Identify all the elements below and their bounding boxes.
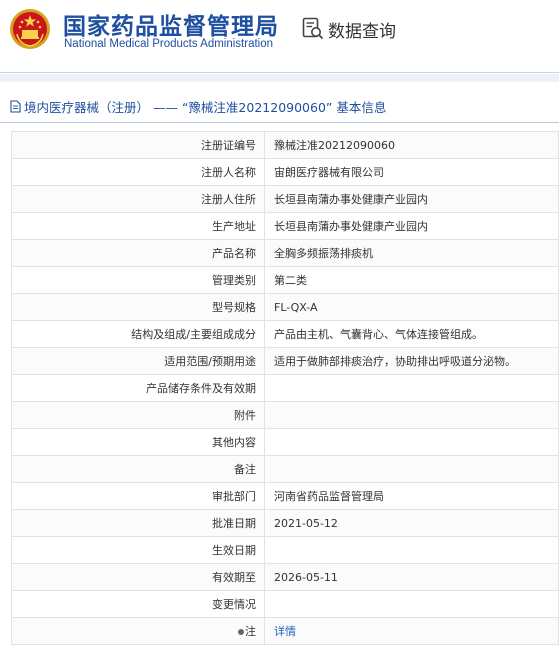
table-row: 注册人住所 长垣县南蒲办事处健康产业园内 <box>11 185 559 213</box>
table-row: 附件 <box>11 401 559 429</box>
section-title-text: 境内医疗器械（注册） —— “豫械注准20212090060” 基本信息 <box>24 99 387 115</box>
field-value: 全胸多频振荡排痰机 <box>264 239 559 267</box>
agency-name-en: National Medical Products Administration <box>64 38 274 50</box>
agency-name-cn: 国家药品监督管理局 <box>63 14 279 40</box>
field-label: 产品储存条件及有效期 <box>11 374 265 402</box>
field-label: 生产地址 <box>11 212 265 240</box>
table-row: 生产地址 长垣县南蒲办事处健康产业园内 <box>11 212 559 240</box>
registration-info-table: 注册证编号 豫械注准20212090060 注册人名称 宙朗医疗器械有限公司 注册人… <box>11 131 559 645</box>
site-header: 国家药品监督管理局 National Medical Products Admi… <box>0 0 559 72</box>
table-row: 生效日期 <box>11 536 559 564</box>
table-row: 批准日期 2021-05-12 <box>11 509 559 537</box>
field-value: 第二类 <box>264 266 559 294</box>
note-value-cell: 详情 <box>264 617 559 645</box>
details-link[interactable]: 详情 <box>274 625 296 638</box>
data-query-link[interactable]: 数据查询 <box>302 16 396 42</box>
header-band <box>0 74 559 82</box>
section-divider <box>0 122 559 123</box>
field-value <box>264 536 559 564</box>
data-query-label: 数据查询 <box>328 21 396 42</box>
field-value <box>264 455 559 483</box>
table-row: 其他内容 <box>11 428 559 456</box>
field-label: 变更情况 <box>11 590 265 618</box>
field-label: 有效期至 <box>11 563 265 591</box>
table-row: 产品名称 全胸多频振荡排痰机 <box>11 239 559 267</box>
field-label: 附件 <box>11 401 265 429</box>
document-search-icon <box>302 17 324 40</box>
field-value: 长垣县南蒲办事处健康产业园内 <box>264 185 559 213</box>
page-icon <box>10 99 21 113</box>
field-value: 河南省药品监督管理局 <box>264 482 559 510</box>
note-row: 注 详情 <box>11 617 559 645</box>
header-divider <box>0 72 559 73</box>
table-row: 注册人名称 宙朗医疗器械有限公司 <box>11 158 559 186</box>
field-value: 豫械注准20212090060 <box>264 131 559 159</box>
table-row: 型号规格 FL-QX-A <box>11 293 559 321</box>
field-label: 结构及组成/主要组成成分 <box>11 320 265 348</box>
field-value: 产品由主机、气囊背心、气体连接管组成。 <box>264 320 559 348</box>
table-row: 有效期至 2026-05-11 <box>11 563 559 591</box>
table-row: 审批部门 河南省药品监督管理局 <box>11 482 559 510</box>
field-label: 其他内容 <box>11 428 265 456</box>
field-value: 宙朗医疗器械有限公司 <box>264 158 559 186</box>
field-value: 2021-05-12 <box>264 509 559 537</box>
field-label: 产品名称 <box>11 239 265 267</box>
info-table-body: 注册证编号 豫械注准20212090060 注册人名称 宙朗医疗器械有限公司 注册人… <box>11 131 559 645</box>
table-row: 产品储存条件及有效期 <box>11 374 559 402</box>
field-label: 批准日期 <box>11 509 265 537</box>
note-label-cell: 注 <box>11 617 265 645</box>
table-row: 结构及组成/主要组成成分 产品由主机、气囊背心、气体连接管组成。 <box>11 320 559 348</box>
table-row: 备注 <box>11 455 559 483</box>
field-value: 2026-05-11 <box>264 563 559 591</box>
field-label: 管理类别 <box>11 266 265 294</box>
field-value <box>264 590 559 618</box>
note-label: 注 <box>245 625 256 638</box>
national-emblem-icon <box>10 9 50 49</box>
field-value <box>264 401 559 429</box>
field-value: 长垣县南蒲办事处健康产业园内 <box>264 212 559 240</box>
field-label: 注册人名称 <box>11 158 265 186</box>
field-label: 注册人住所 <box>11 185 265 213</box>
field-label: 审批部门 <box>11 482 265 510</box>
table-row: 变更情况 <box>11 590 559 618</box>
section-title: 境内医疗器械（注册） —— “豫械注准20212090060” 基本信息 <box>10 93 386 119</box>
field-value <box>264 428 559 456</box>
field-label: 生效日期 <box>11 536 265 564</box>
table-row: 注册证编号 豫械注准20212090060 <box>11 131 559 159</box>
field-value: 适用于做肺部排痰治疗，协助排出呼吸道分泌物。 <box>264 347 559 375</box>
field-value <box>264 374 559 402</box>
table-row: 适用范围/预期用途 适用于做肺部排痰治疗，协助排出呼吸道分泌物。 <box>11 347 559 375</box>
field-label: 适用范围/预期用途 <box>11 347 265 375</box>
table-row: 管理类别 第二类 <box>11 266 559 294</box>
field-value: FL-QX-A <box>264 293 559 321</box>
field-label: 注册证编号 <box>11 131 265 159</box>
field-label: 型号规格 <box>11 293 265 321</box>
field-label: 备注 <box>11 455 265 483</box>
bullet-icon <box>238 629 244 635</box>
